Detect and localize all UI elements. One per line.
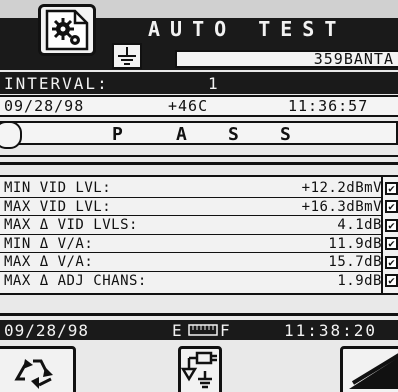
result-letter: S	[228, 124, 239, 145]
measurement-check-cell: ✔	[385, 199, 398, 215]
ground-button[interactable]	[112, 43, 142, 69]
plug-ground-icon	[180, 351, 217, 389]
measurement-label: MAX Δ VID LVLS:	[4, 217, 138, 233]
measurement-check-cell: ✔	[385, 236, 398, 252]
result-panel: P A S S	[0, 121, 398, 149]
column-divider	[381, 177, 383, 293]
result-letter: P	[112, 124, 123, 145]
measurement-check-cell: ✔	[385, 273, 398, 289]
softkey-signal[interactable]	[340, 346, 398, 392]
measurement-value: 1.9dB	[337, 272, 382, 289]
measurement-value: 11.9dB	[328, 235, 382, 252]
measurements-panel: MIN VID LVL: +12.2dBmV ✔ MAX VID LVL: +16.3d…	[0, 175, 398, 295]
check-mark-icon: ✔	[385, 274, 398, 287]
test-temperature: +46C	[168, 97, 209, 115]
interval-bar: INTERVAL: 1	[0, 72, 398, 94]
result-letter: S	[280, 124, 291, 145]
measurement-label: MAX Δ V/A:	[4, 254, 94, 270]
measurement-value: +16.3dBmV	[301, 198, 382, 215]
measurement-check-cell: ✔	[385, 217, 398, 233]
result-panel-cap	[0, 121, 22, 149]
measurement-check-cell: ✔	[385, 180, 398, 196]
gear-document-icon	[45, 9, 89, 51]
divider	[0, 313, 398, 316]
measurement-row: MAX Δ ADJ CHANS: 1.9dB	[0, 273, 382, 289]
measurement-row: MAX Δ VID LVLS: 4.1dB	[0, 217, 382, 233]
measurement-row: MAX Δ V/A: 15.7dB	[0, 254, 382, 270]
ground-icon	[118, 47, 136, 65]
test-date: 09/28/98	[4, 97, 85, 115]
measurement-row: MIN Δ V/A: 11.9dB	[0, 236, 382, 252]
station-id-field[interactable]: 359BANTA	[175, 50, 398, 68]
measurement-label: MIN VID LVL:	[4, 180, 112, 196]
signal-ramp-icon	[349, 353, 398, 389]
measurement-label: MIN Δ V/A:	[4, 235, 94, 252]
measurement-row: MAX VID LVL: +16.3dBmV	[0, 199, 382, 215]
divider	[0, 162, 398, 165]
settings-button[interactable]	[38, 4, 96, 56]
row-separator	[0, 215, 382, 216]
row-separator	[0, 252, 382, 253]
test-time: 11:36:57	[288, 97, 369, 115]
battery-full-label: F	[220, 321, 231, 340]
status-time: 11:38:20	[284, 321, 378, 340]
measurement-row: MIN VID LVL: +12.2dBmV	[0, 180, 382, 196]
measurement-label: MAX VID LVL:	[4, 198, 112, 215]
check-mark-icon: ✔	[385, 255, 398, 269]
measurement-value: 4.1dB	[337, 217, 382, 233]
divider	[0, 155, 398, 157]
measurement-label: MAX Δ ADJ CHANS:	[4, 272, 147, 289]
test-info-row: 09/28/98 +46C 11:36:57	[0, 95, 398, 117]
result-letter: A	[176, 124, 187, 145]
check-mark-icon: ✔	[385, 200, 398, 213]
measurement-check-cell: ✔	[385, 254, 398, 270]
softkey-recycle[interactable]	[0, 346, 76, 392]
row-separator	[0, 233, 382, 235]
row-separator	[0, 196, 382, 198]
softkey-plug-ground[interactable]	[178, 346, 222, 392]
softkey-bar	[0, 346, 398, 392]
measurement-value: +12.2dBmV	[301, 180, 382, 196]
page-title: AUTO TEST	[148, 17, 347, 41]
interval-label: INTERVAL:	[4, 74, 109, 93]
check-mark-icon: ✔	[385, 237, 398, 250]
recycle-icon	[14, 359, 53, 389]
check-mark-icon: ✔	[385, 218, 398, 232]
measurement-value: 15.7dB	[328, 254, 382, 270]
check-mark-icon: ✔	[385, 181, 398, 195]
battery-gauge-icon	[188, 324, 218, 336]
row-separator	[0, 270, 382, 272]
interval-value: 1	[208, 74, 219, 93]
battery-empty-label: E	[172, 321, 183, 340]
meter-screen: AUTO TEST 359BANTA INTERVAL: 1 09/28/98 …	[0, 0, 398, 392]
status-bar: 09/28/98 E F 11:38:20	[0, 320, 398, 340]
status-date: 09/28/98	[4, 321, 90, 340]
